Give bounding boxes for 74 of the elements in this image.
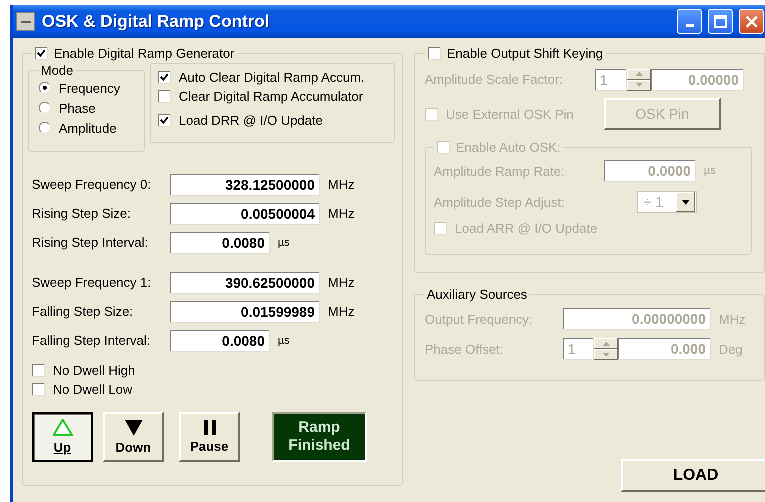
radio-label: Phase bbox=[59, 100, 96, 116]
window-icon bbox=[16, 12, 36, 32]
checkbox[interactable] bbox=[32, 364, 45, 377]
up-arrow-icon bbox=[636, 72, 642, 76]
checkbox-label: No Dwell High bbox=[53, 363, 136, 378]
pause-icon bbox=[204, 420, 216, 435]
radio-label: Amplitude bbox=[59, 120, 117, 136]
unit-label: Deg bbox=[719, 342, 743, 356]
checkbox[interactable] bbox=[158, 114, 171, 127]
group-title: Mode bbox=[41, 63, 74, 78]
window-title: OSK & Digital Ramp Control bbox=[42, 12, 271, 32]
unit-label: MHz bbox=[328, 275, 355, 290]
spin-button[interactable] bbox=[627, 68, 651, 90]
ramp-button[interactable]: Pause bbox=[179, 412, 240, 462]
checkbox-label: Auto Clear Digital Ramp Accum. bbox=[179, 70, 365, 85]
checkbox-label: Load ARR @ I/O Update bbox=[455, 220, 598, 236]
field-label: Amplitude Step Adjust: bbox=[434, 194, 566, 210]
unit-label: MHz bbox=[328, 206, 355, 221]
checkbox[interactable] bbox=[158, 90, 171, 103]
down-triangle-icon bbox=[124, 420, 142, 436]
checkbox[interactable] bbox=[32, 383, 45, 396]
field-label: Output Frequency: bbox=[425, 312, 534, 326]
spin-button[interactable] bbox=[594, 338, 618, 360]
caret-icon bbox=[682, 200, 690, 204]
input-field[interactable]: 0.00500004 bbox=[170, 202, 320, 224]
checkbox-label: Enable Auto OSK: bbox=[456, 140, 561, 155]
unit-label: µs bbox=[278, 334, 290, 346]
checkbox-label: No Dwell Low bbox=[53, 382, 132, 397]
checkbox[interactable] bbox=[158, 71, 171, 84]
status-indicator: Ramp Finished bbox=[272, 412, 367, 462]
field-label: Sweep Frequency 1: bbox=[32, 275, 152, 290]
field-label: Falling Step Interval: bbox=[32, 333, 152, 348]
field-label: Phase Offset: bbox=[425, 342, 505, 356]
ramp-button[interactable]: Up bbox=[32, 412, 93, 462]
unit-label: µs bbox=[278, 236, 290, 248]
checkbox-label: Enable Output Shift Keying bbox=[447, 46, 604, 61]
radio-label: Frequency bbox=[59, 80, 120, 96]
field-label: Sweep Frequency 0: bbox=[32, 177, 152, 192]
maximize-icon bbox=[714, 15, 727, 28]
close-icon bbox=[746, 16, 758, 28]
input-field[interactable]: 0.0080 bbox=[170, 330, 270, 352]
ramp-button[interactable]: Down bbox=[103, 412, 164, 462]
up-arrow-icon bbox=[602, 342, 610, 346]
radio-button[interactable] bbox=[39, 122, 51, 134]
maximize-button[interactable] bbox=[708, 9, 733, 34]
field-label: Amplitude Ramp Rate: bbox=[434, 164, 566, 178]
unit-label: µs bbox=[704, 165, 716, 177]
input-field[interactable]: 0.0080 bbox=[170, 232, 270, 254]
field-label: Falling Step Size: bbox=[32, 304, 134, 319]
unit-label: MHz bbox=[328, 177, 355, 192]
input-field[interactable]: 0.01599989 bbox=[170, 300, 320, 322]
unit-label: MHz bbox=[328, 304, 355, 319]
radio-button[interactable] bbox=[39, 82, 51, 94]
minimize-button[interactable] bbox=[677, 9, 702, 34]
field-label: Rising Step Interval: bbox=[32, 235, 150, 250]
radio-button[interactable] bbox=[39, 102, 51, 114]
checkbox-label: Load DRR @ I/O Update bbox=[179, 113, 323, 128]
up-triangle-icon bbox=[52, 419, 72, 436]
checkbox-label: Clear Digital Ramp Accumulator bbox=[179, 89, 364, 104]
field-label: Amplitude Scale Factor: bbox=[425, 72, 564, 87]
minimize-icon bbox=[686, 24, 694, 27]
group-title: Auxiliary Sources bbox=[427, 287, 528, 302]
input-field[interactable]: 328.12500000 bbox=[170, 174, 320, 196]
unit-label: MHz bbox=[719, 312, 746, 326]
field-label: Rising Step Size: bbox=[32, 206, 132, 221]
input-field[interactable]: 390.62500000 bbox=[170, 272, 320, 294]
down-arrow-icon bbox=[602, 352, 610, 356]
checkbox[interactable] bbox=[428, 47, 441, 60]
checkbox-label: Use External OSK Pin bbox=[446, 106, 575, 122]
checkbox-label: Enable Digital Ramp Generator bbox=[54, 46, 235, 61]
down-arrow-icon bbox=[636, 83, 642, 87]
close-button[interactable] bbox=[739, 9, 764, 34]
checkbox[interactable] bbox=[35, 47, 48, 60]
load-button[interactable]: LOAD bbox=[621, 459, 765, 492]
